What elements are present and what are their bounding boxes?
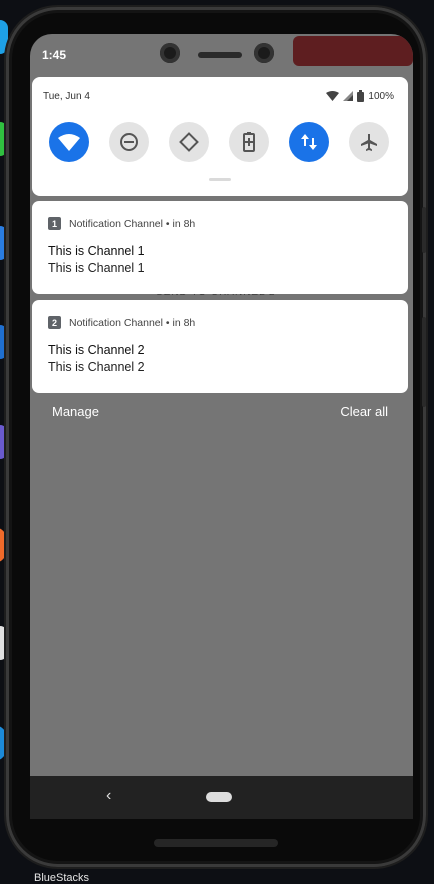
notification-title: This is Channel 2 <box>48 343 145 357</box>
auto-rotate-icon <box>179 132 199 152</box>
mobile-data-tile[interactable] <box>289 122 329 162</box>
wifi-tile[interactable] <box>49 122 89 162</box>
earpiece-speaker <box>198 52 242 58</box>
notification-header: 1 Notification Channel • in 8h <box>48 217 195 230</box>
airplane-mode-icon <box>361 134 377 151</box>
battery-percent: 100% <box>368 90 394 102</box>
manage-button[interactable]: Manage <box>52 404 99 419</box>
notification-text: This is Channel 2 <box>48 360 145 374</box>
front-camera <box>160 43 180 63</box>
clear-all-button[interactable]: Clear all <box>340 404 388 419</box>
notification-time: in 8h <box>172 217 196 230</box>
cell-signal-icon <box>343 91 354 101</box>
bluestacks-label[interactable]: BlueStacks <box>34 872 89 884</box>
home-pill-icon[interactable] <box>206 792 232 802</box>
phone-screen: 1:45 Tue, Jun 4 100% 1 Notification Chan… <box>30 34 413 819</box>
app-name: Notification Channel <box>69 217 163 230</box>
notification-card[interactable]: 1 Notification Channel • in 8h This is C… <box>32 201 408 294</box>
back-icon[interactable]: ‹ <box>106 787 111 805</box>
qs-date: Tue, Jun 4 <box>43 91 90 102</box>
battery-saver-tile[interactable] <box>229 122 269 162</box>
qs-status-icons: 100% <box>326 90 394 102</box>
phone-frame: 1:45 Tue, Jun 4 100% 1 Notification Chan… <box>6 7 426 867</box>
app-badge-icon: 2 <box>48 316 61 329</box>
notification-title: This is Channel 1 <box>48 244 145 258</box>
notification-text: This is Channel 1 <box>48 261 145 275</box>
qs-drag-handle[interactable] <box>209 178 231 181</box>
notification-header: 2 Notification Channel • in 8h <box>48 316 195 329</box>
battery-saver-icon <box>243 132 255 152</box>
navigation-bar: ‹ <box>30 776 413 819</box>
do-not-disturb-icon <box>120 133 138 151</box>
background-app-fragment <box>293 36 413 66</box>
bottom-speaker <box>154 839 278 847</box>
airplane-mode-tile[interactable] <box>349 122 389 162</box>
notification-time: in 8h <box>172 316 196 329</box>
wifi-icon <box>58 134 80 151</box>
auto-rotate-tile[interactable] <box>169 122 209 162</box>
power-button <box>422 207 426 253</box>
mobile-data-icon <box>301 134 317 150</box>
app-badge-icon: 1 <box>48 217 61 230</box>
volume-rocker <box>422 317 426 407</box>
quick-settings-panel[interactable]: Tue, Jun 4 100% <box>32 77 408 196</box>
notification-card[interactable]: 2 Notification Channel • in 8h This is C… <box>32 300 408 393</box>
battery-icon <box>357 90 365 102</box>
front-camera <box>254 43 274 63</box>
app-name: Notification Channel <box>69 316 163 329</box>
status-time: 1:45 <box>42 48 67 62</box>
wifi-signal-icon <box>326 91 340 101</box>
do-not-disturb-tile[interactable] <box>109 122 149 162</box>
